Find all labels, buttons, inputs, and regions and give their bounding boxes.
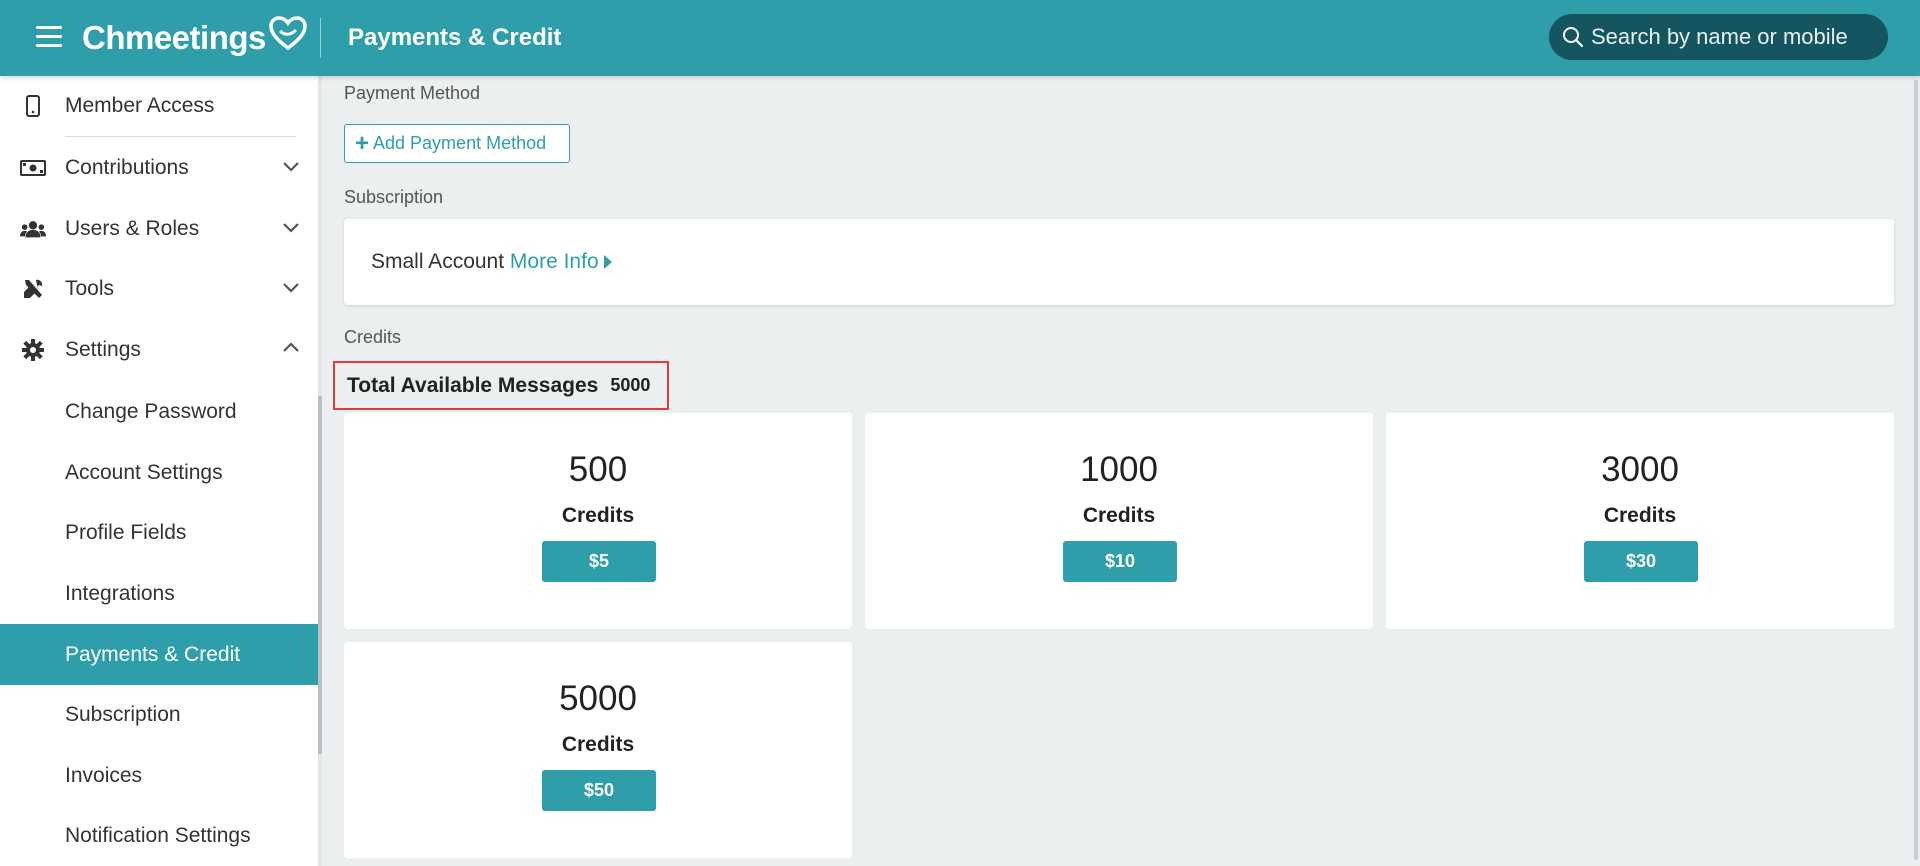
sidebar-subitem-label: Account Settings <box>65 460 223 484</box>
caret-right-icon <box>604 255 613 269</box>
plus-icon: + <box>355 129 370 157</box>
sidebar-subitem-label: Profile Fields <box>65 520 187 544</box>
sidebar-item-label: Settings <box>65 338 141 361</box>
credit-amount: 500 <box>568 450 628 489</box>
sidebar-subitem-integrations[interactable]: Integrations <box>0 563 318 624</box>
credit-amount: 1000 <box>1080 450 1158 489</box>
sidebar-subitem-subscription[interactable]: Subscription <box>0 684 318 745</box>
sidebar-item-label: Tools <box>65 277 115 300</box>
add-payment-method-label: Add Payment Method <box>373 133 547 153</box>
app-logo[interactable]: Chmeetings <box>82 16 308 58</box>
sidebar-subitem-label: Payments & Credit <box>65 642 241 666</box>
credit-package-card: 1000 Credits $10 <box>865 413 1373 629</box>
sidebar-subitem-notification-settings[interactable]: Notification Settings <box>0 805 318 866</box>
sidebar-subitem-label: Notification Settings <box>65 823 251 847</box>
buy-credits-button[interactable]: $50 <box>542 770 656 811</box>
credit-package-card: 500 Credits $5 <box>344 413 852 629</box>
search-icon <box>1563 27 1584 48</box>
sidebar-subitem-label: Subscription <box>65 702 181 726</box>
credit-amount: 5000 <box>559 679 637 718</box>
sidebar-item-member-access[interactable]: Member Access <box>0 76 318 136</box>
buy-credits-button[interactable]: $10 <box>1063 541 1177 582</box>
subscription-heading: Subscription <box>344 187 444 207</box>
chevron-down-icon <box>282 280 300 298</box>
subscription-plan-name: Small Account <box>371 250 505 273</box>
main-scrollbar-thumb[interactable] <box>1914 80 1918 860</box>
sidebar-item-settings[interactable]: Settings <box>0 320 318 380</box>
sidebar-item-users-roles[interactable]: Users & Roles <box>0 199 318 259</box>
chevron-down-icon <box>282 159 300 177</box>
buy-credits-button[interactable]: $5 <box>542 541 656 582</box>
credit-package-card: 3000 Credits $30 <box>1386 413 1894 629</box>
sidebar-item-tools[interactable]: Tools <box>0 259 318 319</box>
logo-heart-icon <box>269 16 307 51</box>
total-messages-label: Total Available Messages <box>347 373 599 397</box>
payment-method-heading: Payment Method <box>344 83 481 103</box>
chevron-up-icon <box>282 341 300 359</box>
sidebar-subitem-payments-credit[interactable]: Payments & Credit <box>0 624 318 685</box>
header-divider <box>320 18 321 58</box>
sidebar-subitem-change-password[interactable]: Change Password <box>0 381 318 442</box>
credit-package-card: 5000 Credits $50 <box>344 642 852 858</box>
sidebar-subitem-label: Invoices <box>65 763 143 787</box>
search-box[interactable] <box>1549 14 1888 60</box>
more-info-link[interactable]: More Info <box>510 250 613 273</box>
sidebar-item-label: Contributions <box>65 156 189 179</box>
buy-credits-button[interactable]: $30 <box>1584 541 1698 582</box>
sidebar-item-label: Users & Roles <box>65 217 200 240</box>
credits-heading: Credits <box>344 327 402 347</box>
chevron-down-icon <box>282 220 300 238</box>
sidebar-subitem-profile-fields[interactable]: Profile Fields <box>0 502 318 563</box>
sidebar-subitem-label: Integrations <box>65 581 175 605</box>
mobile-phone-icon <box>20 94 46 118</box>
credit-unit: Credits <box>561 733 635 756</box>
sidebar-divider <box>65 136 296 137</box>
sidebar-subitem-invoices[interactable]: Invoices <box>0 745 318 806</box>
total-available-messages: Total Available Messages 5000 <box>333 361 669 410</box>
total-messages-value: 5000 <box>610 375 651 395</box>
sidebar-item-label: Member Access <box>65 94 215 117</box>
credit-unit: Credits <box>1603 504 1677 527</box>
users-icon <box>20 217 46 241</box>
money-bill-icon <box>20 156 46 180</box>
sidebar-subitem-label: Change Password <box>65 399 237 423</box>
credit-amount: 3000 <box>1601 450 1679 489</box>
page-title: Payments & Credit <box>348 24 562 51</box>
sidebar-subitem-account-settings[interactable]: Account Settings <box>0 442 318 503</box>
top-bar: Chmeetings Payments & Credit <box>0 0 1920 76</box>
sidebar-item-contributions[interactable]: Contributions <box>0 138 318 198</box>
more-info-label: More Info <box>509 250 599 273</box>
gear-icon <box>20 338 46 362</box>
subscription-card: Small Account More Info <box>344 219 1894 305</box>
hamburger-menu-icon[interactable] <box>36 26 62 48</box>
credit-unit: Credits <box>561 504 635 527</box>
logo-text: Chmeetings <box>82 19 266 56</box>
add-payment-method-button[interactable]: + Add Payment Method <box>344 124 570 163</box>
search-input[interactable] <box>1591 24 1881 50</box>
credit-unit: Credits <box>1082 504 1156 527</box>
tools-icon <box>20 277 46 301</box>
